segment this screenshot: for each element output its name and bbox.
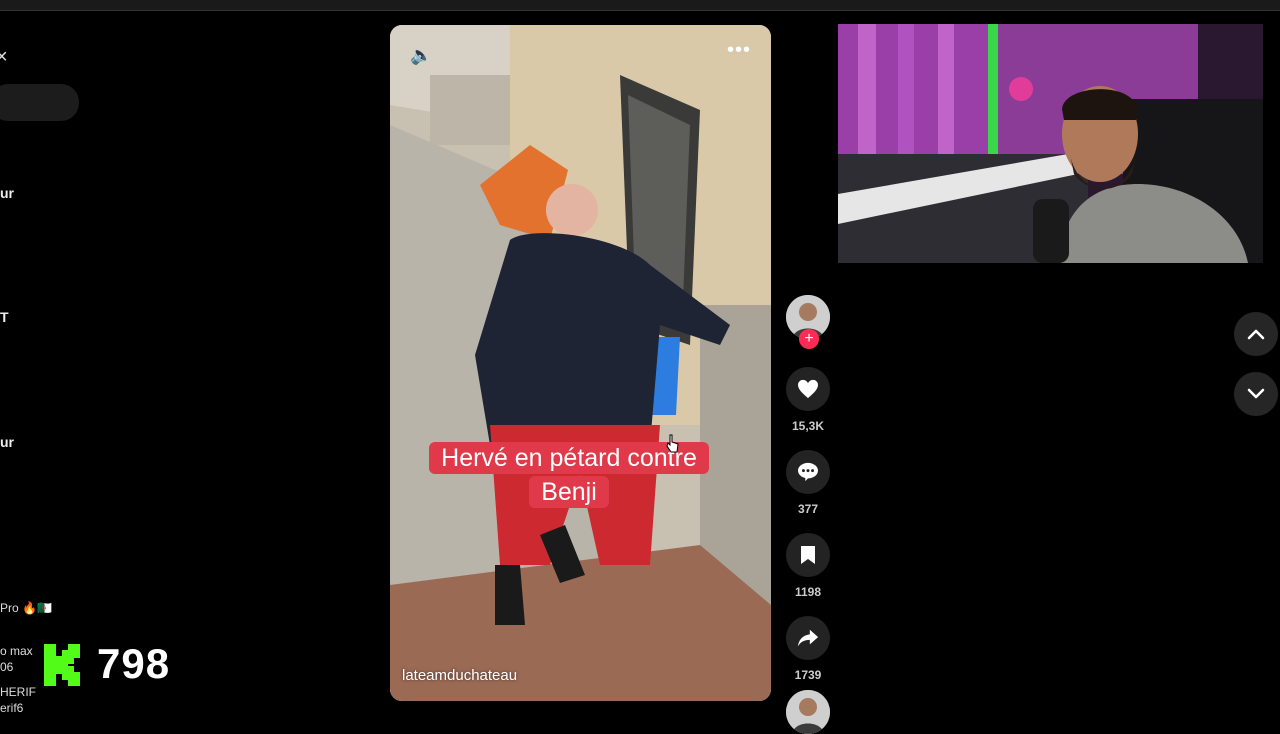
bookmark-icon — [801, 546, 815, 564]
chat-user-3: HERIF erif6 — [0, 684, 36, 716]
sidebar-item-1[interactable]: ur — [0, 185, 14, 201]
share-count: 1739 — [794, 668, 822, 682]
video-caption: Hervé en pétard contre Benji — [410, 441, 728, 509]
share-icon — [797, 629, 819, 647]
chat-user-name: o max — [0, 644, 33, 658]
chat-user-1: Pro 🔥🇩🇿 — [0, 600, 52, 616]
action-bar: + 15,3K 377 1198 1739 — [786, 295, 832, 734]
chat-user-name: Pro 🔥🇩🇿 — [0, 601, 52, 615]
more-options-icon[interactable]: ••• — [727, 39, 751, 62]
heart-icon — [798, 379, 818, 399]
webcam-frame — [838, 24, 1263, 263]
chat-user-handle: erif6 — [0, 701, 24, 715]
person-avatar-icon — [786, 690, 830, 734]
video-frame — [390, 25, 771, 701]
chat-user-handle: 06 — [0, 660, 14, 674]
streamer-webcam — [838, 24, 1263, 263]
sidebar: × ur T ur Pro 🔥🇩🇿 o max 06 HERIF erif6 — [0, 10, 80, 720]
comment-icon — [798, 462, 818, 482]
kick-logo-icon — [44, 644, 80, 686]
share-button[interactable] — [786, 616, 830, 660]
bookmark-count: 1198 — [794, 585, 822, 599]
sidebar-item-2[interactable]: T — [0, 309, 9, 325]
comment-button[interactable] — [786, 450, 830, 494]
video-author-handle[interactable]: lateamduchateau — [402, 667, 517, 684]
follow-plus-icon[interactable]: + — [799, 329, 819, 349]
search-input[interactable] — [0, 84, 79, 121]
close-icon[interactable]: × — [0, 46, 8, 69]
chevron-up-icon — [1247, 329, 1265, 340]
previous-video-button[interactable] — [1234, 312, 1278, 356]
like-count: 15,3K — [791, 419, 825, 433]
music-avatar[interactable] — [786, 690, 830, 734]
like-button[interactable] — [786, 367, 830, 411]
volume-icon[interactable]: 🔈 — [410, 45, 432, 66]
chevron-down-icon — [1247, 388, 1265, 399]
chat-user-2: o max 06 — [0, 643, 33, 675]
caption-line-2: Benji — [529, 476, 609, 508]
browser-top-bar — [0, 0, 1280, 11]
mouse-cursor-icon — [666, 434, 679, 453]
video-player[interactable]: 🔈 ••• Hervé en pétard contre Benji latea… — [390, 25, 771, 701]
bookmark-button[interactable] — [786, 533, 830, 577]
sidebar-item-3[interactable]: ur — [0, 434, 14, 450]
chat-user-name: HERIF — [0, 685, 36, 699]
next-video-button[interactable] — [1234, 372, 1278, 416]
kick-viewer-count: 798 — [97, 640, 171, 687]
comment-count: 377 — [797, 502, 819, 516]
